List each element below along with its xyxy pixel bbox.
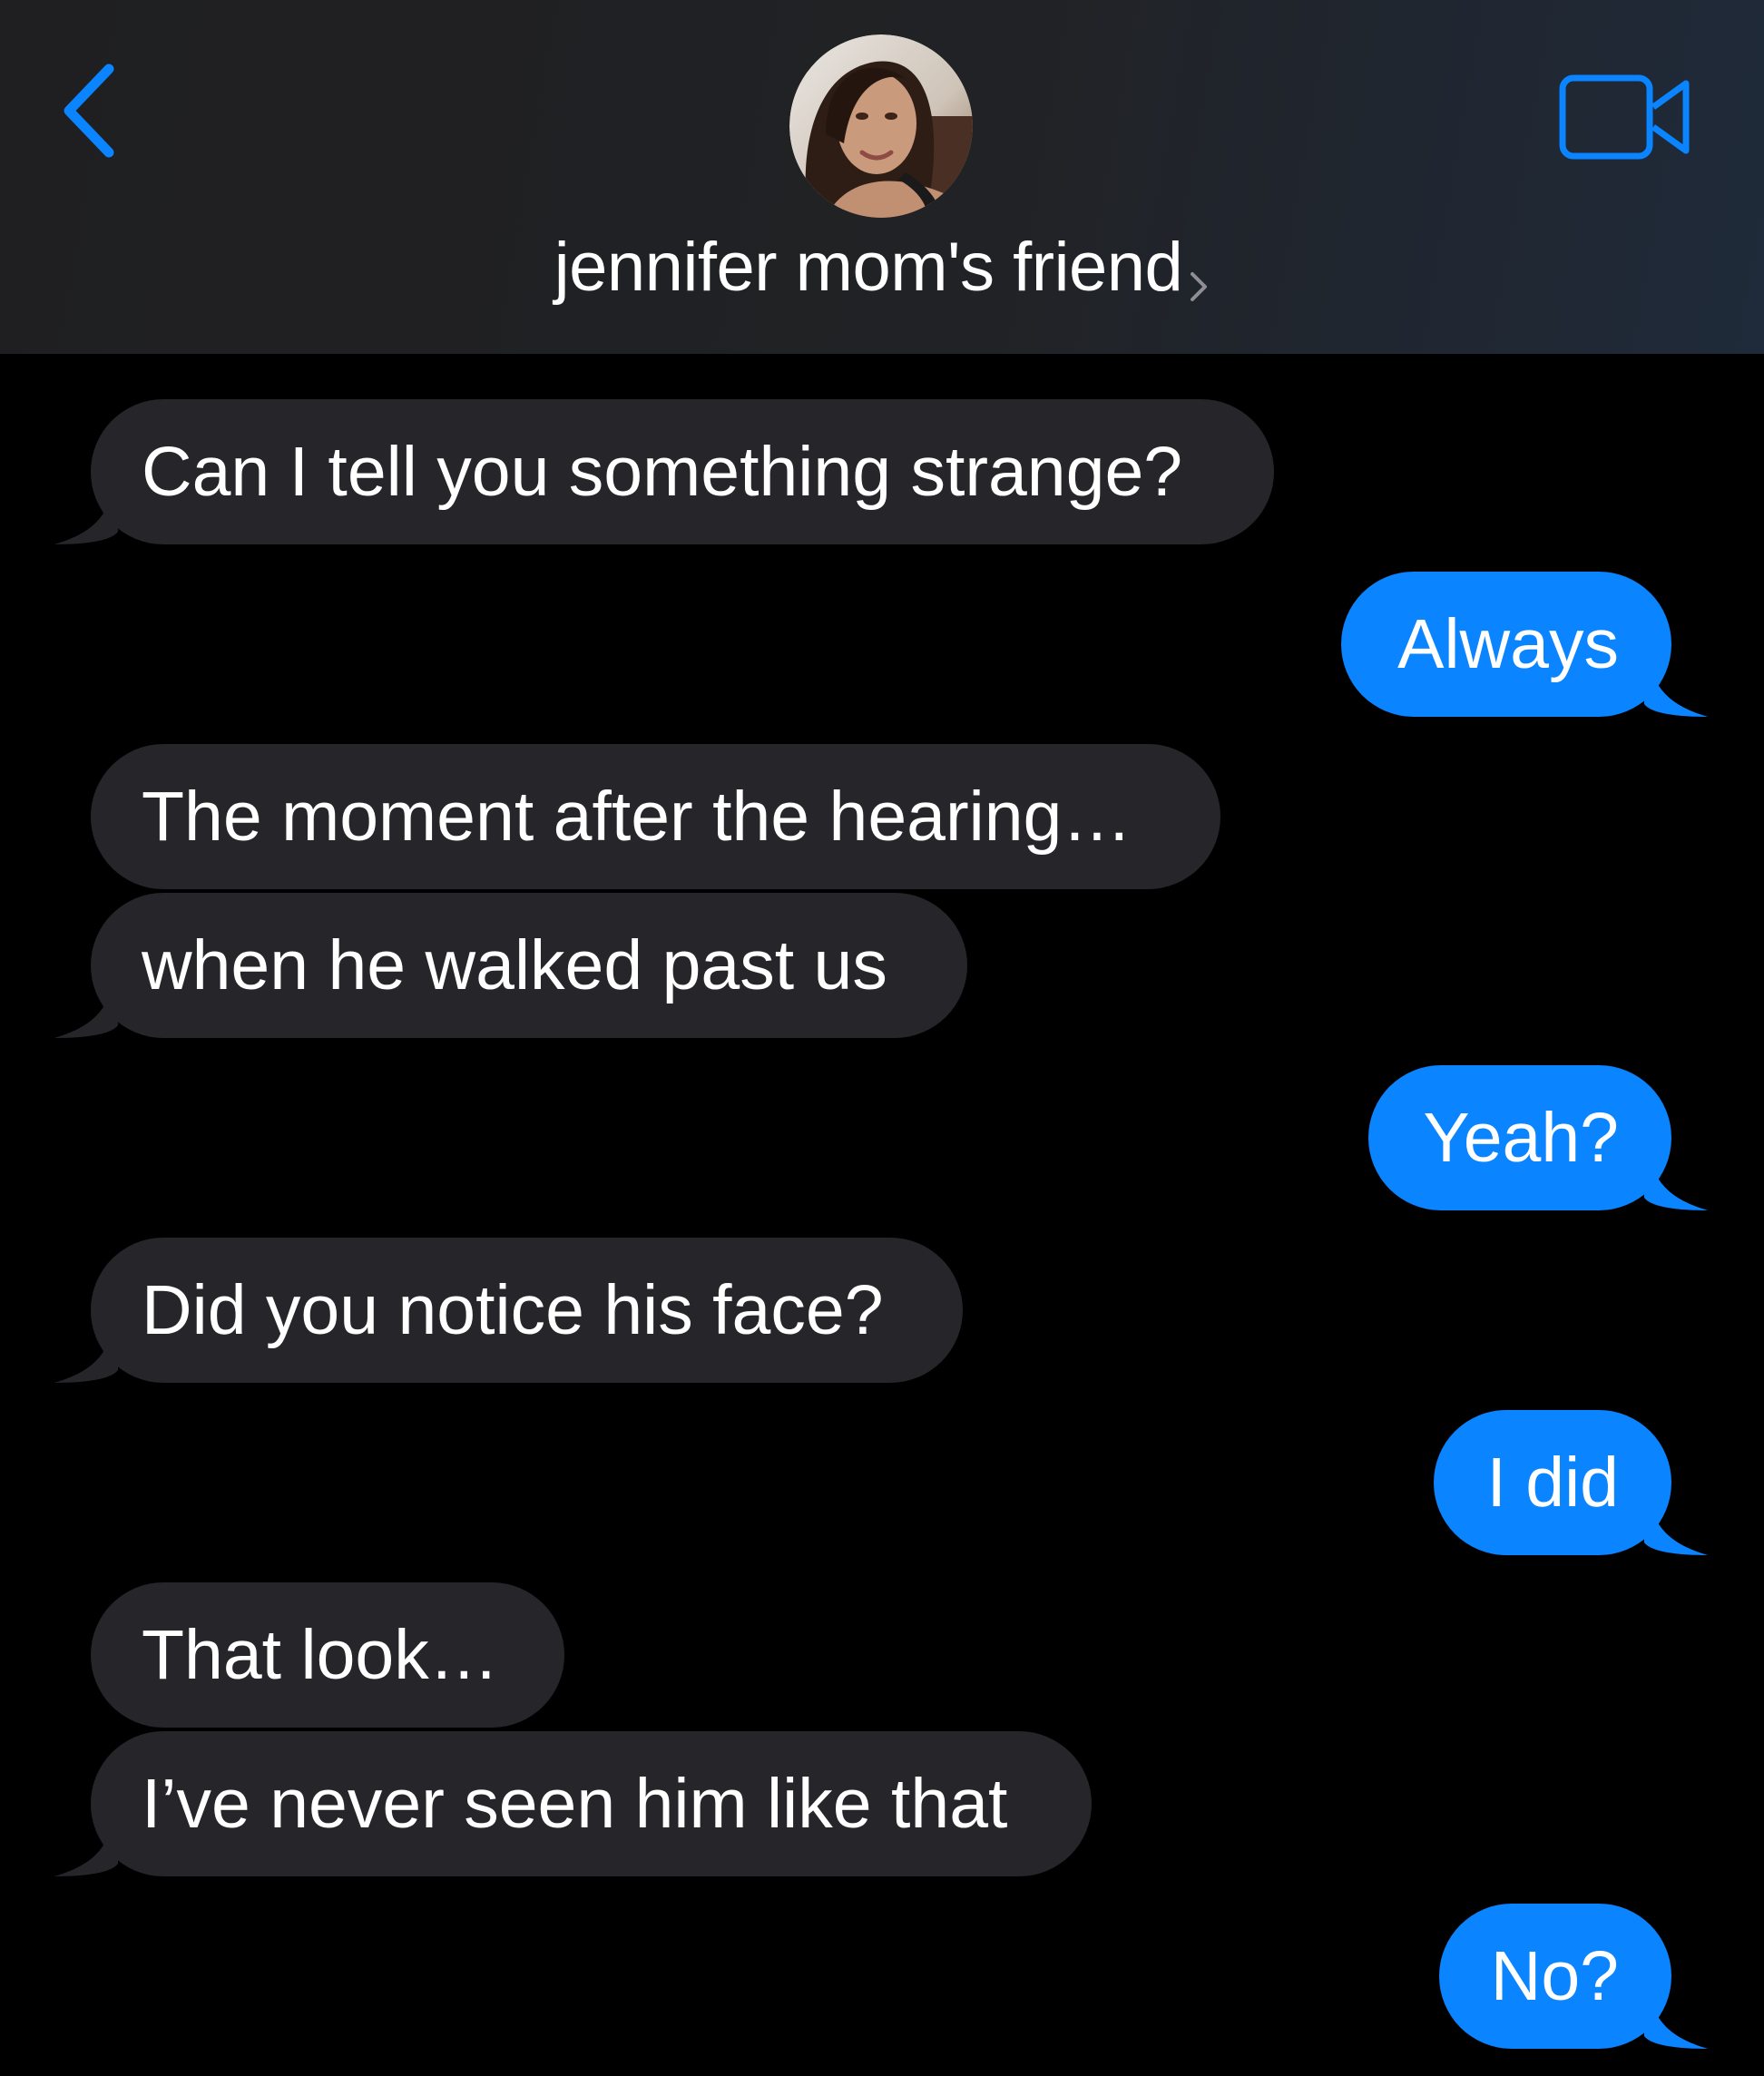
message-text: Always — [1397, 605, 1619, 683]
contact-name-button[interactable]: jennifer mom's friend — [0, 227, 1764, 308]
message-bubble-received[interactable]: Can I tell you something strange? — [54, 399, 1274, 544]
bubble-tail — [54, 479, 118, 544]
message-bubble-sent[interactable]: Always — [1341, 572, 1708, 717]
bubble-tail — [54, 1317, 118, 1383]
message-bubble-sent[interactable]: Yeah? — [1368, 1065, 1708, 1210]
chevron-left-icon — [64, 64, 114, 158]
bubble-tail — [1644, 651, 1708, 717]
contact-avatar[interactable] — [789, 34, 973, 218]
message-text: Did you notice his face? — [142, 1271, 884, 1349]
message-text: I’ve never seen him like that — [142, 1765, 1008, 1843]
message-bubble-sent[interactable]: No? — [1439, 1904, 1708, 2049]
chevron-right-icon — [1191, 271, 1208, 301]
message-bubble-received[interactable]: when he walked past us — [54, 893, 967, 1038]
avatar-photo — [789, 34, 973, 218]
message-text: That look… — [142, 1616, 499, 1694]
message-bubble-received[interactable]: Did you notice his face? — [54, 1238, 963, 1383]
back-button[interactable] — [53, 56, 134, 165]
message-bubble-received[interactable]: The moment after the hearing… — [91, 744, 1220, 889]
bubble-tail — [1644, 1145, 1708, 1210]
message-text: Can I tell you something strange? — [142, 433, 1183, 511]
message-text: Yeah? — [1423, 1099, 1619, 1177]
message-bubble-received[interactable]: I’ve never seen him like that — [54, 1731, 1092, 1876]
message-bubble-sent[interactable]: I did — [1434, 1410, 1708, 1555]
message-text: when he walked past us — [142, 926, 887, 1004]
bubble-tail — [54, 973, 118, 1038]
bubble-tail — [54, 1811, 118, 1876]
bubble-tail — [1644, 1490, 1708, 1555]
message-text: The moment after the hearing… — [142, 778, 1132, 856]
message-text: I did — [1486, 1444, 1619, 1522]
conversation-header: jennifer mom's friend — [0, 0, 1764, 354]
facetime-video-button[interactable] — [1559, 71, 1695, 166]
bubble-tail — [1644, 1983, 1708, 2049]
message-text: No? — [1490, 1937, 1619, 2015]
contact-name: jennifer mom's friend — [554, 229, 1183, 306]
message-bubble-received[interactable]: That look… — [91, 1582, 564, 1728]
video-camera-icon — [1559, 74, 1690, 160]
